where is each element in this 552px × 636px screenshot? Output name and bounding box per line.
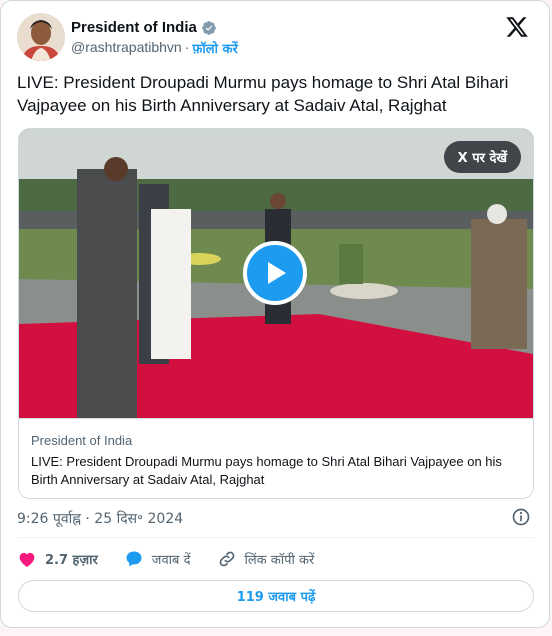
x-logo-icon[interactable]: [505, 15, 529, 39]
display-name[interactable]: President of India: [71, 19, 197, 36]
handle[interactable]: @rashtrapatibhvn: [71, 39, 182, 57]
handle-row: @rashtrapatibhvn · फ़ॉलो करें: [71, 39, 238, 57]
divider: [17, 537, 535, 538]
reply-icon: [126, 551, 142, 567]
like-button[interactable]: 2.7 हज़ार: [17, 549, 98, 569]
copy-link-button[interactable]: लिंक कॉपी करें: [217, 549, 315, 569]
tweet-text: LIVE: President Droupadi Murmu pays homa…: [17, 73, 509, 115]
name-row: President of India: [71, 19, 217, 36]
separator: ·: [184, 39, 190, 55]
video-thumbnail[interactable]: X पर देखें: [19, 129, 533, 419]
action-bar: 2.7 हज़ार जवाब दें लिंक कॉपी करें: [17, 547, 340, 571]
card-title: LIVE: President Droupadi Murmu pays homa…: [31, 454, 502, 487]
link-icon: [219, 551, 234, 567]
avatar[interactable]: [17, 13, 65, 61]
reply-label: जवाब दें: [151, 553, 191, 568]
media-card[interactable]: X पर देखें President of India LIVE: Pres…: [18, 128, 534, 499]
play-icon[interactable]: [243, 241, 307, 305]
info-icon[interactable]: [511, 507, 531, 527]
copy-link-label: लिंक कॉपी करें: [244, 553, 315, 568]
link-card-info[interactable]: President of India LIVE: President Droup…: [19, 418, 533, 498]
watch-on-x-button[interactable]: X पर देखें: [443, 141, 521, 173]
like-count: 2.7 हज़ार: [45, 553, 98, 568]
reply-button[interactable]: जवाब दें: [124, 549, 191, 569]
card-source: President of India: [31, 433, 133, 448]
timestamp[interactable]: 9:26 पूर्वाह्न · 25 दिस॰ 2024: [17, 509, 183, 528]
read-replies-button[interactable]: 119 जवाब पढ़ें: [18, 580, 534, 612]
heart-icon: [19, 552, 35, 567]
follow-button[interactable]: फ़ॉलो करें: [192, 39, 237, 57]
tweet-card: President of India @rashtrapatibhvn · फ़…: [0, 0, 550, 628]
tweet-header: President of India @rashtrapatibhvn · फ़…: [17, 13, 535, 61]
verified-icon: [201, 20, 217, 36]
